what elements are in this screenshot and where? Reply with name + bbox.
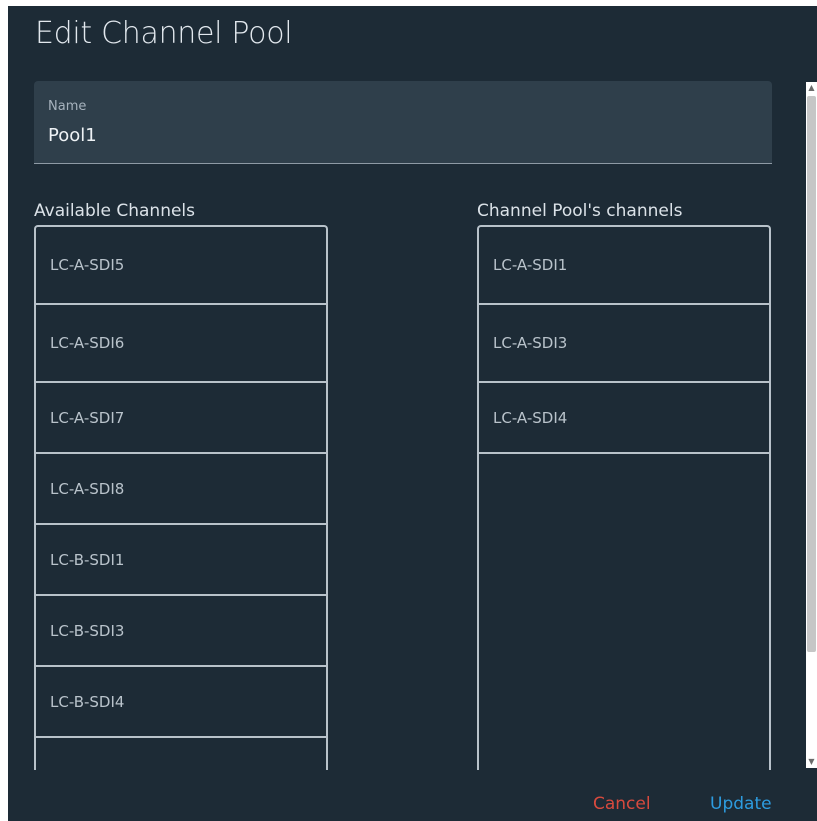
cancel-button[interactable]: Cancel xyxy=(593,794,651,814)
scroll-up-arrow-icon[interactable]: ▲ xyxy=(806,82,817,94)
list-item[interactable]: LC-A-SDI7 xyxy=(36,383,326,454)
pool-channels-list[interactable]: LC-A-SDI1 LC-A-SDI3 LC-A-SDI4 xyxy=(477,225,771,770)
pool-channels-header: Channel Pool's channels xyxy=(477,201,683,221)
dialog-scrollbar[interactable]: ▲ ▼ xyxy=(806,82,817,768)
list-item[interactable]: LC-A-SDI8 xyxy=(36,454,326,525)
list-item-label: LC-A-SDI8 xyxy=(50,479,125,498)
list-item-label: LC-A-SDI7 xyxy=(50,408,125,427)
list-item-label: LC-A-SDI6 xyxy=(50,334,125,352)
list-item-label: LC-A-SDI4 xyxy=(493,408,568,427)
scrollbar-thumb[interactable] xyxy=(807,96,816,652)
list-item[interactable]: LC-A-SDI3 xyxy=(479,305,769,383)
list-item-label: LC-B-SDI3 xyxy=(50,621,125,640)
list-item[interactable]: LC-B-SDI3 xyxy=(36,596,326,667)
list-item[interactable] xyxy=(36,738,326,770)
name-field[interactable]: Name Pool1 xyxy=(34,81,772,164)
list-item-label: LC-A-SDI5 xyxy=(50,256,125,274)
name-field-value[interactable]: Pool1 xyxy=(48,125,97,146)
list-item-label: LC-B-SDI4 xyxy=(50,692,125,711)
list-item[interactable]: LC-A-SDI1 xyxy=(479,227,769,305)
list-item-label: LC-A-SDI1 xyxy=(493,256,568,274)
scroll-down-arrow-icon[interactable]: ▼ xyxy=(806,756,817,768)
list-item[interactable]: LC-A-SDI5 xyxy=(36,227,326,305)
dialog-title: Edit Channel Pool xyxy=(35,16,293,51)
list-item-label: LC-B-SDI1 xyxy=(50,550,125,569)
update-button[interactable]: Update xyxy=(710,794,772,814)
list-item-label: LC-A-SDI3 xyxy=(493,334,568,352)
name-field-label: Name xyxy=(48,99,87,114)
edit-channel-pool-dialog: Edit Channel Pool Name Pool1 Available C… xyxy=(8,6,817,821)
available-channels-header: Available Channels xyxy=(34,201,196,221)
list-item[interactable]: LC-A-SDI6 xyxy=(36,305,326,383)
list-item[interactable]: LC-B-SDI4 xyxy=(36,667,326,738)
available-channels-list[interactable]: LC-A-SDI5 LC-A-SDI6 LC-A-SDI7 LC-A-SDI8 … xyxy=(34,225,328,770)
list-item[interactable]: LC-B-SDI1 xyxy=(36,525,326,596)
list-item[interactable]: LC-A-SDI4 xyxy=(479,383,769,454)
